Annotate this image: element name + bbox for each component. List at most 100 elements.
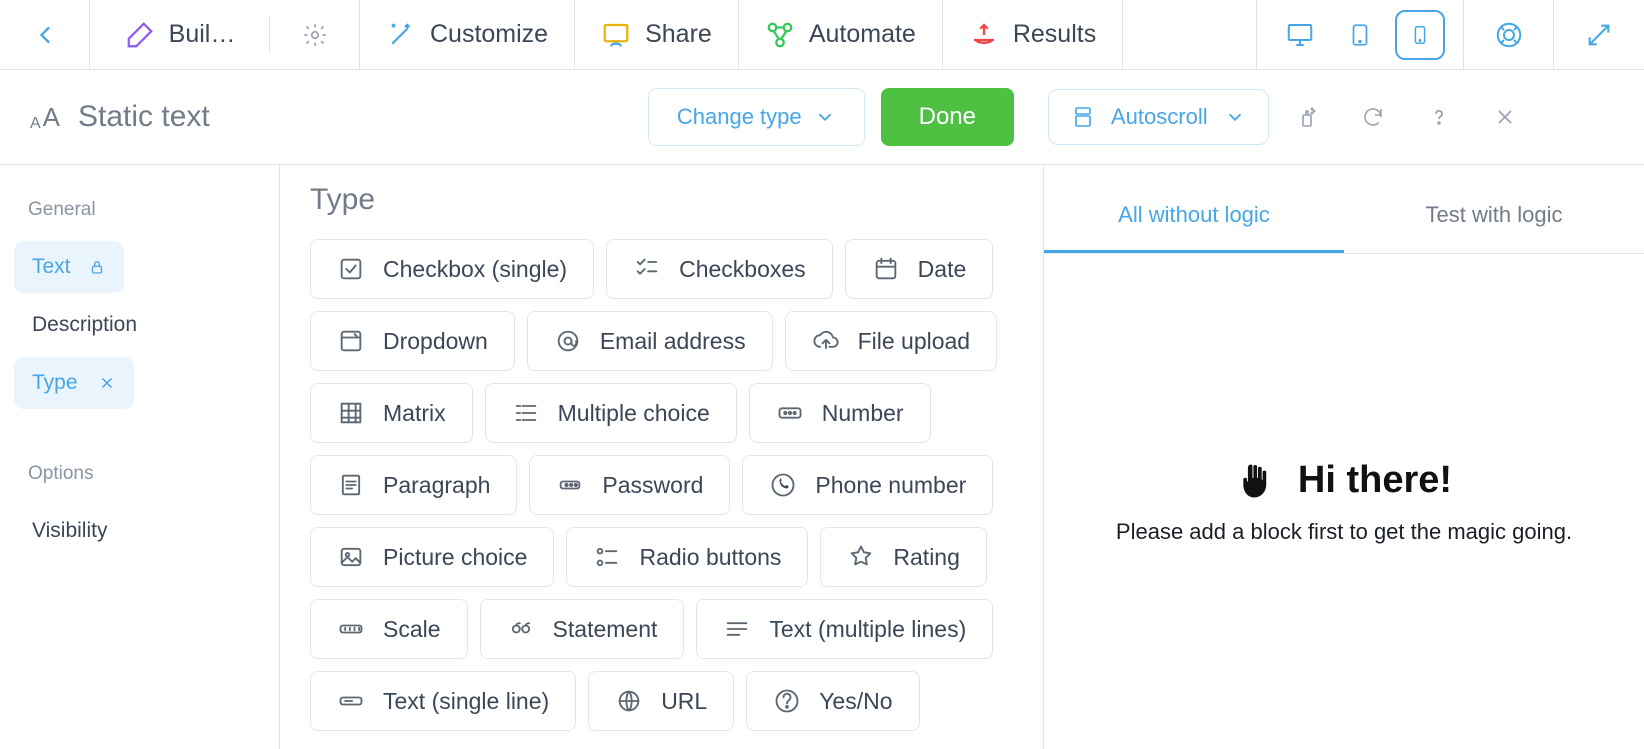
share-icon <box>601 20 631 50</box>
autoscroll-dropdown[interactable]: Autoscroll <box>1048 89 1269 145</box>
tab-results-label: Results <box>1013 20 1096 49</box>
type-icon <box>554 327 582 355</box>
type-label: Scale <box>383 616 441 643</box>
tab-build-label: Buil… <box>169 20 236 49</box>
back-button[interactable] <box>0 0 90 69</box>
tab-build[interactable]: Buil… <box>90 0 270 69</box>
type-option[interactable]: Paragraph <box>310 455 517 515</box>
type-icon <box>615 687 643 715</box>
refresh-icon <box>1361 105 1385 129</box>
help-button[interactable] <box>1464 0 1554 69</box>
close-preview-button[interactable] <box>1477 89 1533 145</box>
type-option[interactable]: Checkbox (single) <box>310 239 594 299</box>
type-option[interactable]: URL <box>588 671 734 731</box>
close-icon <box>1493 105 1517 129</box>
type-option[interactable]: Checkboxes <box>606 239 833 299</box>
type-option[interactable]: Number <box>749 383 931 443</box>
tablet-icon <box>1347 20 1373 50</box>
type-option[interactable]: Statement <box>480 599 685 659</box>
sidebar-item-description[interactable]: Description <box>14 299 265 351</box>
type-option[interactable]: Password <box>529 455 730 515</box>
type-option[interactable]: Date <box>845 239 994 299</box>
preview-tab-test[interactable]: Test with logic <box>1344 180 1644 253</box>
static-text-icon: AA <box>30 102 60 133</box>
type-label: Phone number <box>815 472 966 499</box>
device-mobile-button[interactable] <box>1395 10 1445 60</box>
type-option[interactable]: Text (multiple lines) <box>696 599 993 659</box>
preview-greeting: Hi there! <box>1298 459 1452 502</box>
automate-icon <box>765 20 795 50</box>
type-option[interactable]: Rating <box>820 527 986 587</box>
type-icon <box>773 687 801 715</box>
device-desktop-button[interactable] <box>1275 10 1325 60</box>
type-label: Matrix <box>383 400 446 427</box>
type-option[interactable]: File upload <box>785 311 998 371</box>
type-label: Paragraph <box>383 472 490 499</box>
type-label: Text (single line) <box>383 688 549 715</box>
type-icon <box>847 543 875 571</box>
main-layout: General Text Description Type Options Vi… <box>0 165 1644 749</box>
close-icon <box>98 374 116 392</box>
refresh-button[interactable] <box>1345 89 1401 145</box>
type-icon <box>337 471 365 499</box>
done-label: Done <box>919 103 976 131</box>
expand-button[interactable] <box>1554 0 1644 69</box>
sidebar-item-visibility[interactable]: Visibility <box>14 505 265 557</box>
main-panel: Type Checkbox (single)Checkboxes Date Drop… <box>280 165 1044 749</box>
device-tablet-button[interactable] <box>1335 10 1385 60</box>
type-icon <box>337 543 365 571</box>
type-label: Yes/No <box>819 688 892 715</box>
help2-button[interactable] <box>1411 89 1467 145</box>
change-type-label: Change type <box>677 104 802 130</box>
sidebar-item-text[interactable]: Text <box>14 241 124 293</box>
type-option[interactable]: Email address <box>527 311 773 371</box>
type-option[interactable]: Phone number <box>742 455 993 515</box>
type-label: File upload <box>858 328 971 355</box>
type-option[interactable]: Scale <box>310 599 468 659</box>
type-option[interactable]: Dropdown <box>310 311 515 371</box>
sidebar-item-type[interactable]: Type <box>14 357 134 409</box>
preview-tab-all[interactable]: All without logic <box>1044 180 1344 253</box>
tab-automate-label: Automate <box>809 20 916 49</box>
type-label: Rating <box>893 544 959 571</box>
build-icon <box>125 20 155 50</box>
type-option[interactable]: Yes/No <box>746 671 919 731</box>
type-icon <box>633 255 661 283</box>
tab-results[interactable]: Results <box>943 0 1123 69</box>
type-icon <box>593 543 621 571</box>
type-option[interactable]: Picture choice <box>310 527 554 587</box>
autoscroll-label: Autoscroll <box>1111 104 1208 130</box>
type-icon <box>812 327 840 355</box>
type-option[interactable]: Matrix <box>310 383 473 443</box>
type-label: Date <box>918 256 967 283</box>
change-type-button[interactable]: Change type <box>648 88 865 146</box>
type-label: Multiple choice <box>558 400 710 427</box>
spray-button[interactable] <box>1279 89 1335 145</box>
spray-icon <box>1295 105 1319 129</box>
tab-share[interactable]: Share <box>575 0 739 69</box>
type-option[interactable]: Text (single line) <box>310 671 576 731</box>
question-icon <box>1427 105 1451 129</box>
type-heading: Type <box>310 183 1013 217</box>
type-option[interactable]: Radio buttons <box>566 527 808 587</box>
tab-customize[interactable]: Customize <box>360 0 575 69</box>
tab-automate[interactable]: Automate <box>739 0 943 69</box>
autoscroll-icon <box>1071 105 1095 129</box>
done-button[interactable]: Done <box>881 88 1014 146</box>
type-icon <box>872 255 900 283</box>
tab-customize-label: Customize <box>430 20 548 49</box>
type-label: Dropdown <box>383 328 488 355</box>
block-title: Static text <box>78 100 210 134</box>
type-icon <box>776 399 804 427</box>
type-label: Radio buttons <box>639 544 781 571</box>
top-nav: Buil… Customize Share Automate Results <box>0 0 1644 70</box>
sidebar-item-label: Description <box>32 313 137 337</box>
settings-button[interactable] <box>270 0 360 69</box>
type-option[interactable]: Multiple choice <box>485 383 737 443</box>
preview-panel: All without logic Test with logic Hi the… <box>1044 165 1644 749</box>
type-icon <box>337 615 365 643</box>
sidebar-item-label: Text <box>32 255 71 279</box>
type-label: Statement <box>553 616 658 643</box>
nav-spacer <box>1123 0 1257 69</box>
type-label: Picture choice <box>383 544 527 571</box>
